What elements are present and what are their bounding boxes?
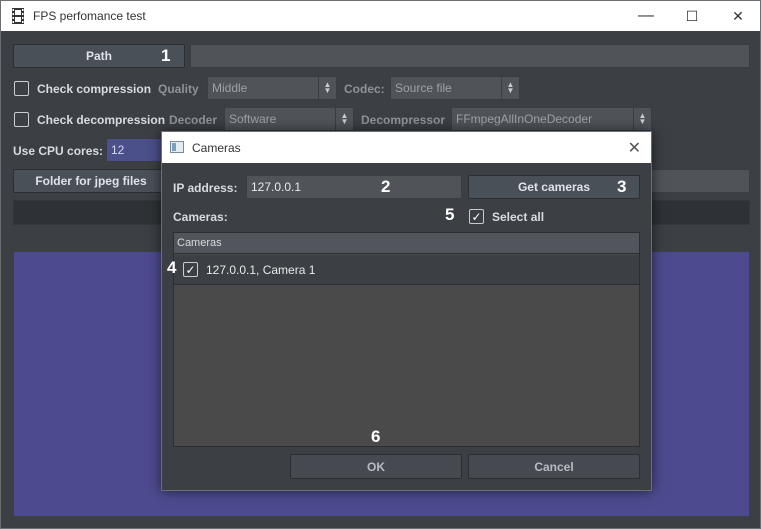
dialog-title: Cameras [192, 141, 241, 155]
codec-label: Codec: [344, 82, 385, 96]
dialog-close-button[interactable]: ✕ [628, 138, 641, 158]
select-all-checkbox[interactable]: ✓ [469, 209, 484, 224]
decoder-label: Decoder [169, 113, 218, 127]
jpeg-folder-button[interactable]: Folder for jpeg files [13, 169, 169, 193]
check-decompression-label: Check decompression [37, 113, 166, 127]
ip-address-label: IP address: [173, 181, 238, 195]
annotation-2: 2 [381, 177, 391, 196]
window-title: FPS perfomance test [33, 9, 146, 23]
annotation-1: 1 [161, 46, 171, 65]
codec-select[interactable]: Source file ▲ ▼ [390, 76, 520, 100]
quality-value: Middle [212, 81, 248, 95]
ip-address-input[interactable]: 127.0.0.1 [246, 175, 462, 199]
decompressor-select[interactable]: FFmpegAllInOneDecoder ▲ ▼ [451, 107, 652, 131]
jpeg-folder-field[interactable] [641, 169, 750, 193]
film-strip-icon [12, 8, 24, 24]
camera-checkbox[interactable]: ✓ [183, 262, 198, 277]
title-bar: FPS perfomance test — ☐ ✕ [1, 1, 760, 31]
get-cameras-button[interactable]: Get cameras [468, 175, 640, 199]
codec-value: Source file [395, 81, 452, 95]
camera-label: 127.0.0.1, Camera 1 [206, 263, 316, 277]
maximize-button[interactable]: ☐ [669, 1, 715, 31]
cpu-cores-field[interactable]: 12 [106, 138, 166, 162]
decoder-select[interactable]: Software ▲ ▼ [224, 107, 354, 131]
check-decompression-checkbox[interactable] [14, 112, 29, 127]
ok-button[interactable]: OK [290, 454, 462, 479]
minimize-button[interactable]: — [623, 1, 669, 31]
decompressor-label: Decompressor [361, 113, 446, 127]
spin-arrows-icon: ▲ ▼ [501, 77, 519, 99]
cpu-cores-label: Use CPU cores: [13, 144, 104, 158]
path-field[interactable] [190, 44, 750, 68]
spin-arrows-icon: ▲ ▼ [335, 108, 353, 130]
check-compression-label: Check compression [37, 82, 152, 96]
spin-arrows-icon: ▲ ▼ [633, 108, 651, 130]
cameras-table: Cameras ✓ 127.0.0.1, Camera 1 [173, 232, 640, 447]
cameras-dialog: Cameras ✕ IP address: 127.0.0.1 2 Get ca… [161, 131, 652, 491]
decoder-value: Software [229, 112, 277, 126]
quality-label: Quality [158, 82, 199, 96]
table-row[interactable]: ✓ 127.0.0.1, Camera 1 [174, 255, 639, 285]
annotation-3: 3 [617, 177, 627, 196]
check-compression-checkbox[interactable] [14, 81, 29, 96]
table-header: Cameras [174, 233, 639, 254]
annotation-6: 6 [371, 427, 381, 446]
path-button[interactable]: Path [13, 44, 185, 68]
cameras-label: Cameras: [173, 210, 228, 224]
decompressor-value: FFmpegAllInOneDecoder [456, 112, 593, 126]
annotation-5: 5 [445, 205, 455, 224]
annotation-4: 4 [167, 258, 177, 277]
window-icon [170, 141, 184, 153]
select-all-label: Select all [492, 210, 545, 224]
quality-select[interactable]: Middle ▲ ▼ [207, 76, 337, 100]
cancel-button[interactable]: Cancel [468, 454, 640, 479]
close-button[interactable]: ✕ [715, 1, 761, 31]
spin-arrows-icon: ▲ ▼ [318, 77, 336, 99]
dialog-title-bar: Cameras ✕ [162, 132, 651, 163]
